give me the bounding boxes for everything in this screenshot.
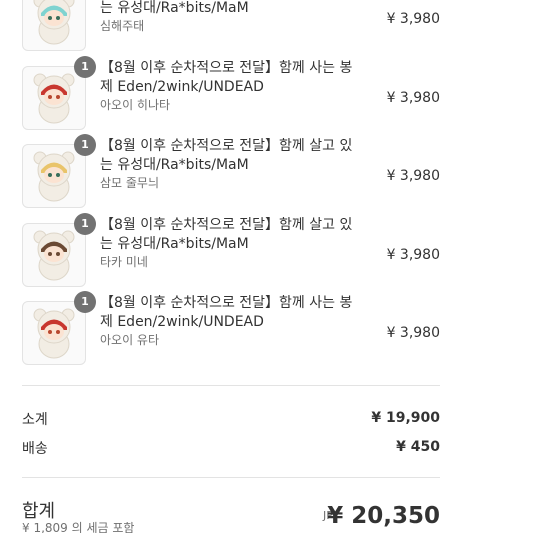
plush-doll-image — [33, 0, 75, 45]
subtotal-value: ¥ 19,900 — [371, 410, 440, 426]
divider — [22, 385, 440, 386]
plush-doll-image — [33, 308, 75, 359]
order-summary: 【8월 이후 순차적으로 전달】함께 살고 있 는 유성대/Ra*bits/Ma… — [0, 0, 533, 533]
product-thumbnail: 1 — [22, 213, 96, 287]
plush-doll-image — [33, 73, 75, 124]
product-title[interactable]: 【8월 이후 순차적으로 전달】함께 사는 봉 제 Eden/2wink/UND… — [100, 59, 360, 97]
product-thumbnail: 1 — [22, 134, 96, 208]
product-thumbnail: 1 — [22, 56, 96, 130]
product-variant: 타카 미네 — [100, 255, 148, 269]
plush-doll-image — [33, 230, 75, 281]
line-price: ¥ 3,980 — [386, 325, 440, 341]
product-variant: 아오이 유타 — [100, 333, 160, 347]
order-line-item: 1 【8월 이후 순차적으로 전달】함께 살고 있 는 유성대/Ra*bits/… — [22, 134, 440, 208]
subtotal-label: 소계 — [22, 412, 48, 428]
quantity-badge: 1 — [74, 56, 96, 78]
line-price: ¥ 3,980 — [386, 247, 440, 263]
product-thumbnail: 1 — [22, 291, 96, 365]
quantity-badge: 1 — [74, 291, 96, 313]
divider — [22, 477, 440, 478]
shipping-value: ¥ 450 — [396, 439, 440, 455]
order-line-item: 1 【8월 이후 순차적으로 전달】함께 살고 있 는 유성대/Ra*bits/… — [22, 213, 440, 287]
product-title[interactable]: 【8월 이후 순차적으로 전달】함께 사는 봉 제 Eden/2wink/UND… — [100, 294, 360, 332]
shipping-label: 배송 — [22, 441, 48, 457]
product-title[interactable]: 【8월 이후 순차적으로 전달】함께 살고 있 는 유성대/Ra*bits/Ma… — [100, 0, 360, 18]
line-price: ¥ 3,980 — [386, 11, 440, 27]
grand-total: ¥ 20,350 — [327, 503, 440, 529]
quantity-badge: 1 — [74, 213, 96, 235]
order-line-item: 1 【8월 이후 순차적으로 전달】함께 사는 봉 제 Eden/2wink/U… — [22, 56, 440, 130]
product-title[interactable]: 【8월 이후 순차적으로 전달】함께 살고 있 는 유성대/Ra*bits/Ma… — [100, 216, 360, 254]
product-variant: 삼모 줄무늬 — [100, 176, 160, 190]
plush-doll-image — [33, 151, 75, 202]
order-line-item: 【8월 이후 순차적으로 전달】함께 살고 있 는 유성대/Ra*bits/Ma… — [22, 0, 440, 51]
quantity-badge: 1 — [74, 134, 96, 156]
product-thumbnail — [22, 0, 86, 51]
line-price: ¥ 3,980 — [386, 168, 440, 184]
order-line-item: 1 【8월 이후 순차적으로 전달】함께 사는 봉 제 Eden/2wink/U… — [22, 291, 440, 365]
tax-note: ¥ 1,809 의 세금 포함 — [22, 521, 135, 533]
product-variant: 심해주태 — [100, 19, 145, 33]
product-variant: 아오이 히나타 — [100, 98, 171, 112]
line-price: ¥ 3,980 — [386, 90, 440, 106]
product-title[interactable]: 【8월 이후 순차적으로 전달】함께 살고 있 는 유성대/Ra*bits/Ma… — [100, 137, 360, 175]
